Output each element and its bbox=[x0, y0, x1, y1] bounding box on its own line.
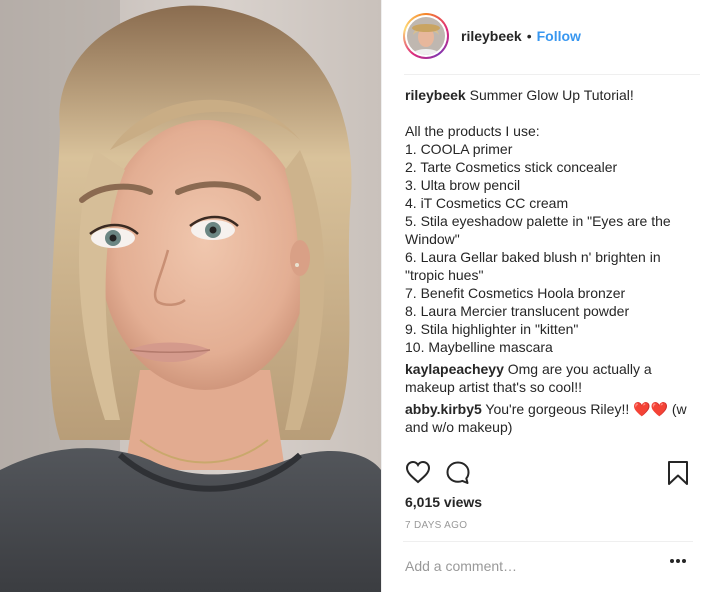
comments-section: rileybeek Summer Glow Up Tutorial! All t… bbox=[405, 86, 695, 436]
caption-line: "tropic hues" bbox=[405, 267, 484, 283]
header-username[interactable]: rileybeek bbox=[461, 28, 522, 44]
post-photo[interactable] bbox=[0, 0, 381, 592]
action-bar bbox=[405, 460, 695, 490]
caption-line: 2. Tarte Cosmetics stick concealer bbox=[405, 159, 618, 175]
heart-icon[interactable] bbox=[405, 460, 431, 484]
comment-username[interactable]: kaylapeacheyy bbox=[405, 361, 504, 377]
more-options-icon[interactable] bbox=[669, 558, 687, 564]
selfie-image bbox=[0, 0, 381, 592]
instagram-post: rileybeek • Follow rileybeek Summer Glow… bbox=[0, 0, 715, 592]
header-separator: • bbox=[526, 28, 532, 44]
comment-divider bbox=[403, 541, 693, 542]
header-divider bbox=[404, 74, 700, 75]
comment-input[interactable] bbox=[405, 555, 655, 577]
caption-username[interactable]: rileybeek bbox=[405, 87, 466, 103]
follow-button[interactable]: Follow bbox=[537, 28, 581, 44]
post-caption: rileybeek Summer Glow Up Tutorial! All t… bbox=[405, 86, 695, 356]
post-timestamp[interactable]: 7 DAYS AGO bbox=[405, 520, 467, 531]
comment-bubble-icon[interactable] bbox=[445, 460, 471, 486]
caption-line: 6. Laura Gellar baked blush n' brighten … bbox=[405, 249, 661, 265]
caption-intro: All the products I use: bbox=[405, 123, 540, 139]
avatar-image bbox=[407, 17, 445, 55]
caption-line: 1. COOLA primer bbox=[405, 141, 513, 157]
caption-line: 5. Stila eyeshadow palette in "Eyes are … bbox=[405, 213, 671, 229]
caption-line: 7. Benefit Cosmetics Hoola bronzer bbox=[405, 285, 626, 301]
bookmark-icon[interactable] bbox=[667, 460, 689, 486]
comment-username[interactable]: abby.kirby5 bbox=[405, 401, 482, 417]
caption-line: 10. Maybelline mascara bbox=[405, 339, 553, 355]
caption-line: 4. iT Cosmetics CC cream bbox=[405, 195, 569, 211]
caption-line: Window" bbox=[405, 231, 460, 247]
comment-item: abby.kirby5 You're gorgeous Riley!! ❤️❤️… bbox=[405, 400, 695, 436]
view-count[interactable]: 6,015 views bbox=[405, 494, 482, 510]
add-comment-bar bbox=[405, 555, 695, 577]
caption-line: 8. Laura Mercier translucent powder bbox=[405, 303, 630, 319]
post-header: rileybeek • Follow bbox=[382, 0, 715, 72]
caption-title: Summer Glow Up Tutorial! bbox=[469, 87, 634, 103]
comment-item: kaylapeacheyy Omg are you actually a mak… bbox=[405, 360, 695, 396]
avatar[interactable] bbox=[403, 13, 449, 59]
caption-line: 9. Stila highlighter in "kitten" bbox=[405, 321, 579, 337]
caption-line: 3. Ulta brow pencil bbox=[405, 177, 521, 193]
